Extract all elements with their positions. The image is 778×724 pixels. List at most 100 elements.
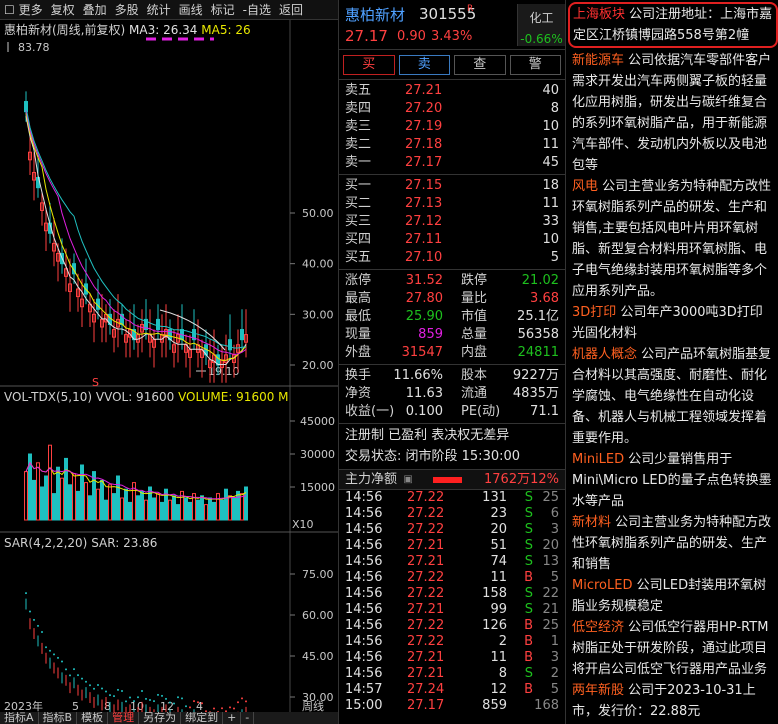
volume-bar	[100, 479, 104, 521]
sar-dot	[77, 674, 79, 677]
volume-bar	[108, 484, 112, 521]
sar-dot	[237, 701, 239, 704]
sar-dot	[45, 646, 47, 649]
sar-dot	[245, 700, 247, 703]
tick-time: 15:00	[345, 698, 383, 713]
volume-bar	[48, 444, 52, 521]
stat-row: 最低 25.90 市值 25.1亿	[339, 308, 565, 326]
order-volume: 11	[542, 137, 559, 152]
concept-tag[interactable]: 低空经济	[572, 620, 624, 635]
indicator-tab[interactable]: 指标B	[39, 712, 78, 724]
buy-button[interactable]: 买	[343, 55, 395, 75]
toolbar-item[interactable]: ☐ 更多	[0, 1, 47, 18]
order-level-label: 卖三	[345, 119, 372, 134]
volume-bar	[240, 493, 244, 521]
dropdown-icon[interactable]: ▣	[403, 470, 422, 489]
concept-tag[interactable]: 新能源车	[572, 53, 624, 68]
order-price: 27.15	[405, 178, 443, 193]
order-price: 27.18	[405, 137, 443, 152]
toolbar-item[interactable]: 统计	[143, 1, 175, 18]
alert-button[interactable]: 警	[509, 55, 561, 75]
query-button[interactable]: 查	[454, 55, 506, 75]
stat-value: 71.1	[530, 404, 559, 419]
tick-time: 14:56	[345, 522, 383, 537]
concept-tag[interactable]: 两年新股	[572, 683, 624, 698]
tick-row: 14:56 27.22 23 S 6	[339, 506, 565, 522]
sar-y-tick-label: 45.00	[302, 650, 334, 663]
concept-tag[interactable]: 新材料	[572, 515, 611, 530]
sar-dot	[165, 697, 167, 700]
tick-direction: S	[524, 586, 533, 601]
indicator-tab[interactable]: 指标A	[0, 712, 39, 724]
tick-volume: 23	[490, 506, 507, 521]
order-price: 27.21	[405, 83, 443, 98]
indicator-tab[interactable]: 模板	[77, 712, 109, 724]
tick-direction: B	[524, 634, 533, 649]
volume-bar	[228, 495, 232, 521]
order-book-bids: 买一 27.15 18 买二 27.13 11 买三 27.12 33 买四 27.11 10 买五 27…	[339, 175, 565, 270]
sar-dot	[57, 656, 59, 659]
tick-price: 27.22	[407, 490, 445, 505]
kline-chart[interactable]: 50.00 40.00 30.00 20.00 45000 30000 15000 X10 75…	[0, 20, 338, 712]
toolbar-item[interactable]: 叠加	[79, 1, 111, 18]
tick-volume: 126	[482, 618, 507, 633]
price-y-tick-label: 50.00	[302, 207, 334, 220]
stock-name[interactable]: 惠柏新材	[345, 4, 405, 25]
tick-direction: B	[524, 618, 533, 633]
concept-tag[interactable]: MicroLED	[572, 578, 632, 593]
volume-bar	[96, 488, 100, 521]
tick-price: 27.22	[407, 506, 445, 521]
order-level-label: 卖五	[345, 83, 372, 98]
sar-dot	[229, 706, 231, 709]
tick-count: 6	[550, 506, 559, 521]
concept-tag[interactable]: 上海板块	[573, 7, 625, 22]
indicator-tab[interactable]: +	[223, 712, 242, 724]
volume-bar	[84, 482, 88, 521]
order-volume: 33	[542, 214, 559, 229]
tick-time: 14:56	[345, 666, 383, 681]
order-level-label: 买三	[345, 214, 372, 229]
toolbar-item[interactable]: 复权	[47, 1, 79, 18]
indicator-tab[interactable]: 绑定到	[181, 712, 224, 724]
indicator-tab[interactable]: 管理	[108, 712, 140, 724]
toolbar-item[interactable]: -自选	[239, 1, 275, 18]
chart-area[interactable]: 50.00 40.00 30.00 20.00 45000 30000 15000 X10 75…	[0, 20, 338, 712]
volume-bar	[148, 486, 152, 521]
tick-price: 27.21	[407, 602, 445, 617]
toolbar-item[interactable]: 标记	[207, 1, 239, 18]
indicator-tab[interactable]: 另存为	[139, 712, 182, 724]
stat-value: 24811	[517, 345, 559, 360]
order-book-row: 买一 27.15 18	[339, 177, 565, 195]
order-price: 27.12	[405, 214, 443, 229]
stat-row: 现量 859 总量 56358	[339, 326, 565, 344]
volume-bar	[36, 462, 40, 521]
sar-dot	[169, 701, 171, 704]
toolbar-item[interactable]: 多股	[111, 1, 143, 18]
stat-label: 跌停	[461, 273, 488, 288]
net-flow-label: 主力净额	[345, 472, 398, 487]
volume-bar	[116, 475, 120, 521]
tick-list[interactable]: 14:56 27.22 131 S 25 14:56 27.22 23 S 6 14:56 27.22…	[339, 490, 565, 714]
order-volume: 5	[550, 250, 559, 265]
concept-tag[interactable]: 3D打印	[572, 305, 616, 320]
toolbar-item[interactable]: 返回	[275, 1, 307, 18]
sell-button[interactable]: 卖	[398, 55, 450, 75]
concept-tag[interactable]: 风电	[572, 179, 598, 194]
tick-direction: S	[524, 538, 533, 553]
main-net-flow[interactable]: 主力净额 ▣ 1762万 12%	[339, 470, 565, 490]
tick-count: 168	[534, 698, 559, 713]
tick-count: 2	[550, 666, 559, 681]
concept-tag[interactable]: 机器人概念	[572, 347, 637, 362]
tick-volume: 74	[490, 554, 507, 569]
sar-value-label: SAR: 23.86	[91, 536, 158, 550]
tick-count: 25	[542, 490, 559, 505]
tick-time: 14:56	[345, 490, 383, 505]
sector-name: 化工	[529, 11, 554, 25]
indicator-tab[interactable]: -	[241, 712, 255, 724]
concept-tag[interactable]: MiniLED	[572, 452, 624, 467]
sector-box[interactable]: 化工 -0.66%	[517, 4, 565, 46]
order-volume: 45	[542, 155, 559, 170]
sar-dot	[101, 687, 103, 690]
toolbar-item[interactable]: 画线	[175, 1, 207, 18]
volume-bar	[52, 493, 56, 521]
